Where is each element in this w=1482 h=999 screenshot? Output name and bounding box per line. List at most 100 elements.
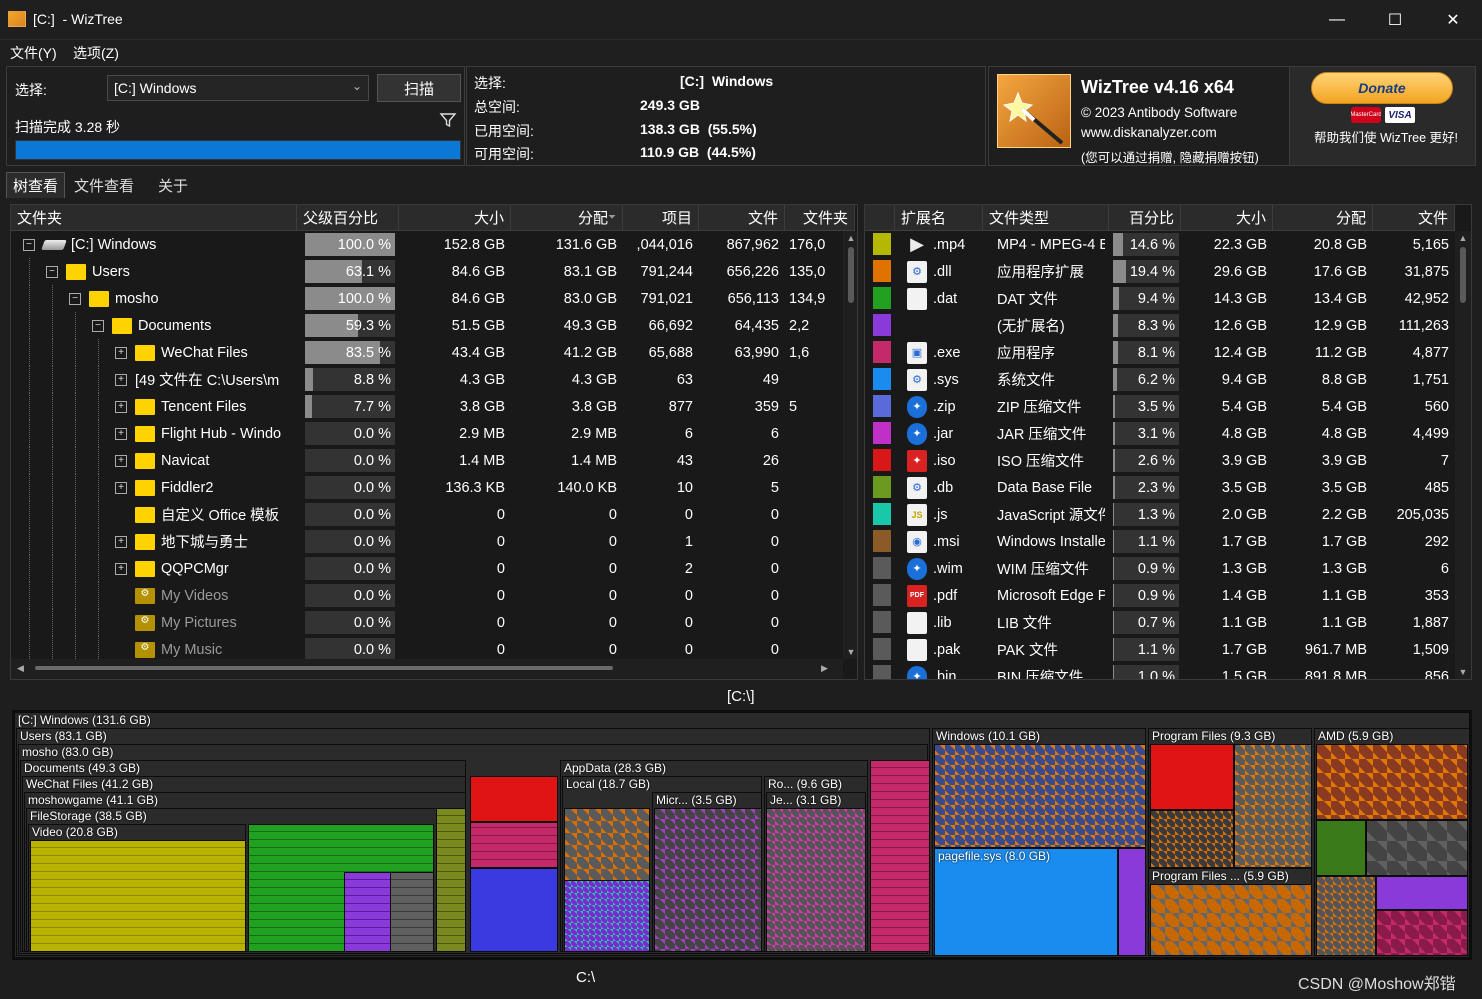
ext-vertical-scrollbar[interactable]: ▲ ▼ — [1455, 231, 1471, 679]
expand-icon[interactable]: + — [115, 400, 127, 413]
tree-row[interactable]: − [C:] Windows 100.0 % 152.8 GB 131.6 GB ,044… — [11, 231, 843, 258]
expand-icon[interactable]: + — [115, 346, 127, 359]
extension-row[interactable]: ✦ .jar JAR 压缩文件 3.1 % 4.8 GB 4.8 GB 4,499 — [865, 420, 1455, 447]
extension-row[interactable]: .dat DAT 文件 9.4 % 14.3 GB 13.4 GB 42,952 — [865, 285, 1455, 312]
scroll-right-icon[interactable]: ▶ — [821, 663, 828, 674]
col-file-type-header[interactable]: 文件类型 — [983, 205, 1109, 231]
tm-ro-files[interactable] — [766, 808, 866, 952]
extension-row[interactable]: ✦ .zip ZIP 压缩文件 3.5 % 5.4 GB 5.4 GB 560 — [865, 393, 1455, 420]
extension-row[interactable]: ▣ .exe 应用程序 8.1 % 12.4 GB 11.2 GB 4,877 — [865, 339, 1455, 366]
tm-pf-files[interactable] — [1234, 744, 1312, 868]
col-percent-header[interactable]: 百分比 — [1109, 205, 1181, 231]
extension-row[interactable]: PDF .pdf Microsoft Edge PDF 0.9 % 1.4 GB 1.1 … — [865, 582, 1455, 609]
filter-icon[interactable] — [439, 111, 457, 129]
tm-red[interactable] — [470, 776, 558, 822]
tm-blue[interactable] — [470, 868, 558, 952]
tree-row[interactable]: + [49 文件在 C:\Users\m 8.8 % 4.3 GB 4.3 GB 63 49 — [11, 366, 843, 393]
minimize-button[interactable]: — — [1308, 0, 1366, 40]
extension-row[interactable]: ▶ .mp4 MP4 - MPEG-4 E 14.6 % 22.3 GB 20.8 GB 5… — [865, 231, 1455, 258]
tab-about[interactable]: 关于 — [154, 175, 192, 196]
tree-vertical-scrollbar[interactable]: ▲ ▼ — [843, 231, 857, 659]
tm-pf-files-2[interactable] — [1150, 810, 1234, 868]
donate-button[interactable]: Donate — [1311, 72, 1453, 104]
col-size-header[interactable]: 大小 — [399, 205, 511, 231]
tree-row[interactable]: ⚙ My Videos 0.0 % 0 0 0 0 — [11, 582, 843, 609]
extension-row[interactable]: .pak PAK 文件 1.1 % 1.7 GB 961.7 MB 1,509 — [865, 636, 1455, 663]
tree-row[interactable]: − mosho 100.0 % 84.6 GB 83.0 GB 791,021 656,11… — [11, 285, 843, 312]
col-folders-header[interactable]: 文件夹 — [785, 205, 855, 231]
collapse-icon[interactable]: − — [92, 319, 104, 332]
tm-teal-files[interactable] — [564, 880, 650, 952]
drive-select[interactable]: [C:] Windows ⌄ — [107, 75, 369, 101]
ext-scroll-down-icon[interactable]: ▼ — [1455, 667, 1471, 677]
tree-row[interactable]: 自定义 Office 模板 0.0 % 0 0 0 0 — [11, 501, 843, 528]
ext-scroll-thumb[interactable] — [1460, 247, 1466, 303]
tab-file-view[interactable]: 文件查看 — [70, 175, 138, 196]
close-button[interactable]: ✕ — [1424, 0, 1482, 40]
extension-row[interactable]: ⚙ .dll 应用程序扩展 19.4 % 29.6 GB 17.6 GB 31,875 — [865, 258, 1455, 285]
tm-magenta[interactable] — [470, 822, 558, 868]
scroll-up-icon[interactable]: ▲ — [843, 233, 857, 243]
extension-row[interactable]: (无扩展名) 8.3 % 12.6 GB 12.9 GB 111,263 — [865, 312, 1455, 339]
maximize-button[interactable]: ☐ — [1366, 0, 1424, 40]
tree-row[interactable]: + Flight Hub - Windo 0.0 % 2.9 MB 2.9 MB 6 6 — [11, 420, 843, 447]
expand-icon[interactable]: + — [115, 427, 127, 440]
menu-file[interactable]: 文件(Y) — [10, 43, 57, 63]
col-size-header[interactable]: 大小 — [1181, 205, 1273, 231]
col-items-header[interactable]: 项目 — [623, 205, 699, 231]
expand-icon[interactable]: + — [115, 373, 127, 386]
tree-row[interactable]: + Navicat 0.0 % 1.4 MB 1.4 MB 43 26 — [11, 447, 843, 474]
h-scroll-thumb[interactable] — [35, 666, 613, 670]
scan-button[interactable]: 扫描 — [377, 74, 461, 102]
tm-amd-purple[interactable] — [1376, 876, 1468, 910]
tm-olive-files[interactable] — [436, 808, 466, 952]
tm-amd-grey[interactable] — [1366, 820, 1468, 876]
col-files-header[interactable]: 文件 — [699, 205, 785, 231]
col-allocated-header[interactable]: 分配 — [1273, 205, 1373, 231]
scroll-thumb[interactable] — [848, 247, 854, 303]
extension-row[interactable]: ✦ .iso ISO 压缩文件 2.6 % 3.9 GB 3.9 GB 7 — [865, 447, 1455, 474]
extension-row[interactable]: .lib LIB 文件 0.7 % 1.1 GB 1.1 GB 1,887 — [865, 609, 1455, 636]
tm-pf86-files[interactable] — [1150, 884, 1312, 956]
tm-micr-files[interactable] — [654, 808, 762, 952]
tree-row[interactable]: + 地下城与勇士 0.0 % 0 0 1 0 — [11, 528, 843, 555]
collapse-icon[interactable]: − — [23, 238, 35, 251]
col-files-header[interactable]: 文件 — [1373, 205, 1455, 231]
tree-row[interactable]: + Fiddler2 0.0 % 136.3 KB 140.0 KB 10 5 — [11, 474, 843, 501]
tm-purple-sys[interactable] — [1118, 848, 1146, 956]
col-color-header[interactable] — [865, 205, 895, 231]
tree-horizontal-scrollbar[interactable]: ◀ ▶ — [11, 659, 843, 679]
expand-icon[interactable]: + — [115, 535, 127, 548]
col-extension-header[interactable]: 扩展名 — [895, 205, 983, 231]
scroll-down-icon[interactable]: ▼ — [843, 647, 857, 657]
expand-icon[interactable]: + — [115, 481, 127, 494]
tm-magenta-2[interactable] — [870, 760, 930, 952]
extension-row[interactable]: ✦ .wim WIM 压缩文件 0.9 % 1.3 GB 1.3 GB 6 — [865, 555, 1455, 582]
tree-row[interactable]: + Tencent Files 7.7 % 3.8 GB 3.8 GB 877 359 5 — [11, 393, 843, 420]
tm-video-files[interactable] — [30, 840, 246, 952]
tm-amd-files-2[interactable] — [1316, 876, 1376, 956]
collapse-icon[interactable]: − — [69, 292, 81, 305]
extension-row[interactable]: ✦ .bin BIN 压缩文件 1.0 % 1.5 GB 891.8 MB 856 — [865, 663, 1455, 679]
tm-pf-red[interactable] — [1150, 744, 1234, 810]
tree-row[interactable]: + WeChat Files 83.5 % 43.4 GB 41.2 GB 65,688 6… — [11, 339, 843, 366]
tree-row[interactable]: + QQPCMgr 0.0 % 0 0 2 0 — [11, 555, 843, 582]
tm-pagefile[interactable]: pagefile.sys (8.0 GB) — [934, 848, 1118, 956]
tm-grey-files[interactable] — [390, 872, 434, 952]
expand-icon[interactable]: + — [115, 454, 127, 467]
collapse-icon[interactable]: − — [46, 265, 58, 278]
tree-row[interactable]: − Documents 59.3 % 51.5 GB 49.3 GB 66,692 64,4… — [11, 312, 843, 339]
tm-windows-files[interactable] — [934, 744, 1146, 848]
tm-amd-files[interactable] — [1316, 744, 1468, 820]
col-parent-percent-header[interactable]: 父级百分比 — [297, 205, 399, 231]
extension-row[interactable]: JS .js JavaScript 源文件 1.3 % 2.0 GB 2.2 GB 205,… — [865, 501, 1455, 528]
tree-row[interactable]: − Users 63.1 % 84.6 GB 83.1 GB 791,244 656,226… — [11, 258, 843, 285]
extension-row[interactable]: ◉ .msi Windows Installer 1.1 % 1.7 GB 1.7 GB 2… — [865, 528, 1455, 555]
expand-icon[interactable]: + — [115, 562, 127, 575]
tree-row[interactable]: ⚙ My Music 0.0 % 0 0 0 0 — [11, 636, 843, 659]
tree-row[interactable]: ⚙ My Pictures 0.0 % 0 0 0 0 — [11, 609, 843, 636]
scroll-left-icon[interactable]: ◀ — [17, 663, 24, 674]
ext-scroll-up-icon[interactable]: ▲ — [1455, 233, 1471, 243]
tab-tree-view[interactable]: 树查看 — [6, 172, 66, 198]
website-link[interactable]: www.diskanalyzer.com — [1081, 125, 1217, 140]
